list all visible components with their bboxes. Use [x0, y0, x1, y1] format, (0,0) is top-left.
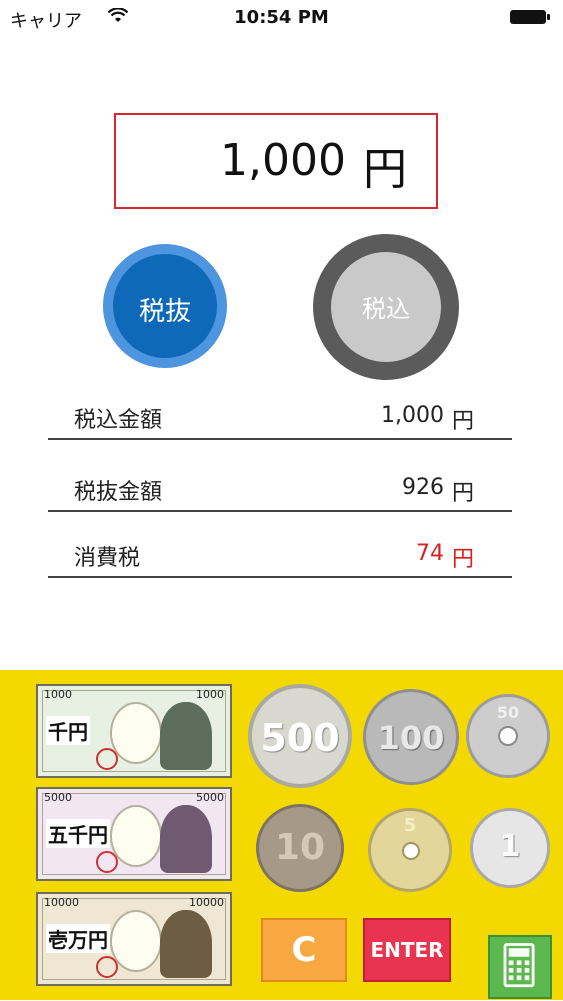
result-unit: 円: [451, 481, 474, 506]
result-value: 1,000: [381, 403, 444, 428]
note-number: 10000: [44, 896, 79, 909]
clock: 10:54 PM: [234, 7, 329, 28]
result-row-consumption-tax: 消費税 74 円: [48, 536, 512, 578]
clear-button[interactable]: C: [261, 918, 347, 982]
seal-icon: [96, 748, 118, 770]
result-label: 消費税: [74, 546, 141, 571]
result-row-tax-excluded: 税抜金額 926 円: [48, 470, 512, 512]
status-bar: キャリア 10:54 PM: [0, 0, 563, 36]
amount-value: 1,000: [220, 135, 346, 186]
banknote-10000-button[interactable]: 10000 10000 壱万円: [36, 892, 232, 986]
seal-icon: [96, 851, 118, 873]
clear-label: C: [291, 930, 317, 970]
watermark: [110, 702, 162, 764]
coin-label: 1: [499, 829, 521, 864]
note-kanji: 壱万円: [46, 924, 110, 953]
coin-label: 100: [377, 719, 445, 757]
amount-display: 1,000 円: [114, 113, 438, 209]
note-kanji: 千円: [46, 716, 90, 745]
coin-label: 500: [260, 716, 340, 760]
portrait-image: [160, 910, 212, 978]
banknote-1000-button[interactable]: 1000 1000 千円: [36, 684, 232, 778]
tax-inclusive-button[interactable]: 税込: [313, 234, 459, 380]
tax-inclusive-label: 税込: [362, 295, 410, 323]
enter-label: ENTER: [370, 938, 444, 962]
coin-label: 50: [496, 703, 520, 722]
result-unit: 円: [451, 409, 474, 434]
note-number: 1000: [196, 688, 224, 701]
portrait-image: [160, 805, 212, 873]
banknote-5000-button[interactable]: 5000 5000 五千円: [36, 787, 232, 881]
coin-100-button[interactable]: 100: [363, 689, 459, 785]
coin-500-button[interactable]: 500: [248, 684, 352, 788]
note-kanji: 五千円: [46, 819, 110, 848]
watermark: [110, 910, 162, 972]
seal-icon: [96, 956, 118, 978]
note-number: 5000: [196, 791, 224, 804]
note-number: 5000: [44, 791, 72, 804]
coin-1-button[interactable]: 1: [470, 808, 550, 888]
portrait-image: [160, 702, 212, 770]
result-label: 税抜金額: [74, 480, 163, 505]
enter-button[interactable]: ENTER: [363, 918, 451, 982]
result-unit: 円: [451, 547, 474, 572]
result-label: 税込金額: [74, 408, 163, 433]
result-value: 74: [416, 541, 444, 566]
calculator-icon: [503, 943, 535, 988]
coin-label: 5: [403, 815, 417, 836]
amount-unit: 円: [363, 144, 407, 195]
watermark: [110, 805, 162, 867]
coin-hole: [498, 726, 518, 746]
calculator-button[interactable]: [488, 935, 552, 999]
note-number: 10000: [189, 896, 224, 909]
tax-exclusive-label: 税抜: [138, 297, 191, 327]
note-number: 1000: [44, 688, 72, 701]
battery-icon: [510, 10, 550, 24]
coin-label: 10: [274, 827, 326, 868]
result-row-tax-included: 税込金額 1,000 円: [48, 398, 512, 440]
coin-5-button[interactable]: 5: [368, 808, 452, 892]
coin-10-button[interactable]: 10: [256, 804, 344, 892]
result-value: 926: [402, 475, 444, 500]
tax-exclusive-button[interactable]: 税抜: [103, 244, 227, 368]
coin-50-button[interactable]: 50: [466, 694, 550, 778]
coin-hole: [402, 842, 420, 860]
